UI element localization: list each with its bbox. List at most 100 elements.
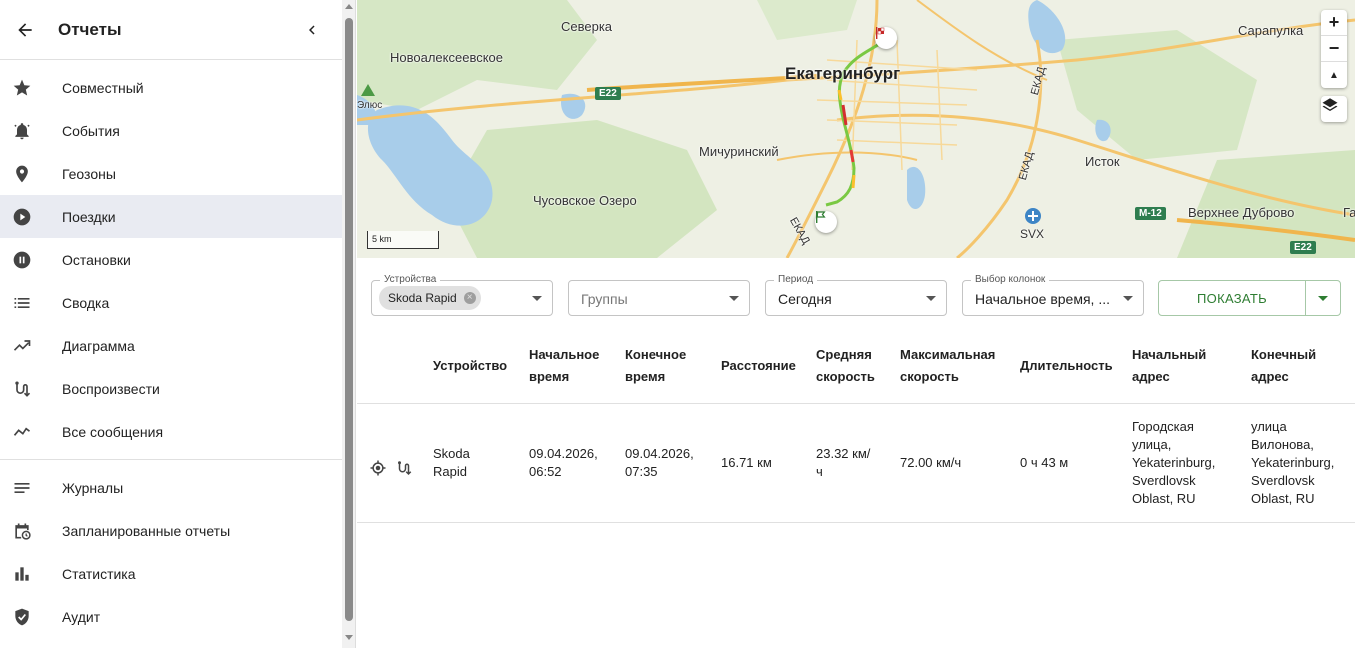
sidebar-item-summary[interactable]: Сводка [0, 281, 342, 324]
scrollbar-thumb[interactable] [345, 18, 353, 621]
sidebar-item-logs[interactable]: Журналы [0, 466, 342, 509]
back-button[interactable] [0, 0, 50, 60]
groups-placeholder: Группы [581, 291, 628, 307]
devices-select[interactable]: Устройства Skoda Rapid × [371, 274, 553, 316]
bar-chart-icon [0, 564, 44, 584]
sidebar-item-geofences[interactable]: Геозоны [0, 152, 342, 195]
cell-device-line2: Rapid [433, 464, 467, 479]
col-max-speed[interactable]: Максимальная скорость [900, 344, 995, 388]
app: Отчеты Совместный События Геозоны Поездк… [0, 0, 1355, 648]
map[interactable]: Северка Новоалексеевское Екатеринбург Ми… [357, 0, 1355, 258]
cell-start-time: 09.04.2026, 06:52 [529, 445, 598, 481]
groups-select[interactable]: Группы [568, 280, 750, 316]
cell-start-address: Городская улица, Yekaterinburg, Sverdlov… [1132, 418, 1215, 508]
sidebar-item-audit[interactable]: Аудит [0, 595, 342, 638]
show-options-button[interactable] [1306, 281, 1340, 315]
columns-legend: Выбор колонок [971, 274, 1050, 285]
period-select[interactable]: Период Сегодня [765, 274, 947, 316]
cell-end-address: улица Вилонова, Yekaterinburg, Sverdlovs… [1251, 418, 1334, 508]
layers-button[interactable] [1321, 96, 1347, 122]
show-button[interactable]: ПОКАЗАТЬ [1159, 281, 1306, 315]
scroll-up-arrow-icon[interactable] [345, 4, 353, 9]
sidebar-item-label: Остановки [62, 251, 131, 268]
col-start-address[interactable]: Начальный адрес [1132, 344, 1206, 388]
sidebar-item-label: Сводка [62, 294, 110, 311]
sidebar-item-trips[interactable]: Поездки [0, 195, 342, 238]
col-avg-speed-line1: Средняя [816, 347, 872, 362]
addr-line: улица, [1132, 437, 1172, 452]
addr-line: Городская [1132, 419, 1194, 434]
col-max-speed-line2: скорость [900, 369, 959, 384]
addr-line: Yekaterinburg, [1251, 455, 1335, 470]
trending-up-icon [0, 336, 44, 356]
chip-remove-icon[interactable]: × [463, 292, 476, 304]
sidebar-item-replay[interactable]: Воспроизвести [0, 367, 342, 410]
sidebar-item-events[interactable]: События [0, 109, 342, 152]
col-duration[interactable]: Длительность [1020, 355, 1113, 377]
columns-select[interactable]: Выбор колонок Начальное время, ... [962, 274, 1144, 316]
route-icon [0, 379, 44, 399]
table-row[interactable]: Skoda Rapid 09.04.2026, 06:52 09.04.2026, 0… [357, 404, 1355, 523]
sidebar-item-scheduled[interactable]: Запланированные отчеты [0, 509, 342, 552]
cell-distance: 16.71 км [721, 455, 772, 470]
addr-line: Oblast, RU [1132, 491, 1196, 506]
map-label-verkhnee: Верхнее Дуброво [1188, 205, 1295, 220]
checkered-flag-icon [876, 27, 885, 39]
map-label-istok: Исток [1085, 154, 1120, 169]
notes-icon [0, 478, 44, 498]
col-distance[interactable]: Расстояние [721, 355, 796, 377]
sidebar-item-stops[interactable]: Остановки [0, 238, 342, 281]
cell-avg-speed-line1: 23.32 км/ [816, 446, 871, 461]
map-label-sarapulka: Сарапулка [1238, 23, 1304, 38]
col-start-time-line1: Начальное [529, 347, 600, 362]
col-start-time[interactable]: Начальное время [529, 344, 599, 388]
map-label-elyus: Элюс [357, 100, 383, 111]
col-start-address-line2: адрес [1132, 369, 1170, 384]
chevron-left-icon [309, 25, 315, 34]
device-chip-label: Skoda Rapid [388, 291, 457, 305]
trip-start-marker[interactable] [815, 211, 837, 233]
sidebar-item-label: Геозоны [62, 165, 116, 182]
device-chip[interactable]: Skoda Rapid × [379, 286, 481, 310]
sidebar-item-label: Аудит [62, 608, 101, 625]
collapse-sidebar-button[interactable] [282, 0, 342, 60]
map-label-chusovskoe: Чусовское Озеро [533, 193, 637, 208]
report-filters: Устройства Skoda Rapid × Группы Период С… [357, 270, 1355, 326]
addr-line: Yekaterinburg, [1132, 455, 1216, 470]
replay-route-icon[interactable] [395, 459, 413, 477]
columns-value: Начальное время, ... [975, 291, 1110, 307]
addr-line: улица [1251, 419, 1287, 434]
cell-avg-speed-line2: ч [816, 464, 823, 479]
road-shield: M-12 [1135, 207, 1166, 220]
timeline-icon [0, 422, 44, 442]
col-end-time[interactable]: Конечное время [625, 344, 686, 388]
sidebar-item-all-messages[interactable]: Все сообщения [0, 410, 342, 453]
col-end-address[interactable]: Конечный адрес [1251, 344, 1316, 388]
col-end-address-line2: адрес [1251, 369, 1289, 384]
sidebar-item-label: Статистика [62, 565, 136, 582]
sidebar-item-statistics[interactable]: Статистика [0, 552, 342, 595]
flag-icon [816, 211, 826, 223]
devices-legend: Устройства [380, 274, 441, 285]
sidebar-scrollbar[interactable] [342, 0, 356, 648]
sidebar-header: Отчеты [0, 0, 342, 60]
chevron-down-icon [926, 296, 936, 301]
scroll-down-arrow-icon[interactable] [345, 635, 353, 640]
table-header: Устройство Начальное время Конечное время … [357, 330, 1355, 404]
sidebar-item-combined[interactable]: Совместный [0, 66, 342, 109]
locate-icon[interactable] [369, 459, 387, 477]
chevron-down-icon [1123, 296, 1133, 301]
col-avg-speed-line2: скорость [816, 369, 875, 384]
compass-button[interactable]: ▲ [1321, 62, 1347, 88]
trip-end-marker[interactable] [875, 27, 897, 49]
sidebar-item-chart[interactable]: Диаграмма [0, 324, 342, 367]
col-avg-speed[interactable]: Средняя скорость [816, 344, 875, 388]
zoom-in-button[interactable]: + [1321, 10, 1347, 36]
map-label-novoalekseevskoe: Новоалексеевское [390, 50, 504, 65]
sidebar-item-label: Поездки [62, 208, 116, 225]
chevron-down-icon [532, 296, 542, 301]
cell-end-time-line2: 07:35 [625, 464, 658, 479]
col-device[interactable]: Устройство [433, 355, 507, 377]
trips-table: Устройство Начальное время Конечное время … [357, 330, 1355, 523]
zoom-out-button[interactable]: − [1321, 36, 1347, 62]
